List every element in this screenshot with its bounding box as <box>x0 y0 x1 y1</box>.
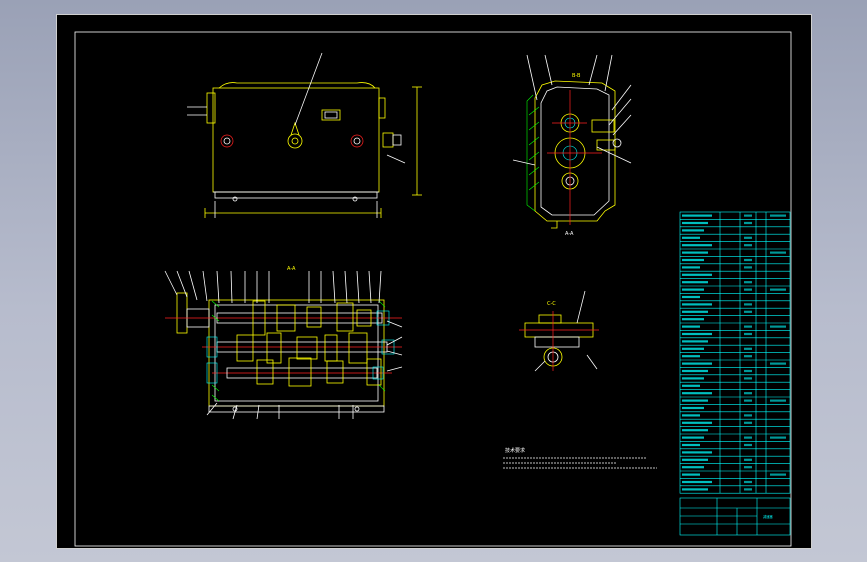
notes-title: 技术要求 <box>505 447 525 454</box>
table-cell-text <box>744 421 752 424</box>
table-cell-text <box>682 443 700 447</box>
main-section-view: A-A <box>164 266 403 420</box>
table-cell-text <box>682 466 704 469</box>
table-cell-text <box>744 414 752 417</box>
table-cell-text <box>744 480 752 484</box>
table-cell-text <box>682 473 700 476</box>
table-cell-text <box>682 392 712 395</box>
table-cell-text <box>744 221 752 225</box>
table-cell-text <box>682 406 704 410</box>
table-cell-text <box>744 458 752 461</box>
table-cell-text <box>682 251 708 254</box>
title-block: 减速器 <box>679 497 791 536</box>
table-cell-text <box>744 377 752 380</box>
table-cell-text <box>770 251 786 254</box>
table-cell-text <box>682 221 708 225</box>
table-cell-text <box>744 303 752 306</box>
table-cell-text <box>682 480 712 484</box>
table-cell-text <box>682 303 712 306</box>
drawing-sheet[interactable]: B-B A-A A-A C-C 技术要求 减速器 <box>56 14 812 549</box>
table-cell-text <box>682 244 712 247</box>
table-cell-text <box>682 288 704 291</box>
cad-viewport[interactable]: B-B A-A A-A C-C 技术要求 减速器 <box>0 0 867 562</box>
table-cell-text <box>682 488 708 491</box>
table-cell-text <box>744 347 752 350</box>
table-cell-text <box>682 281 708 284</box>
table-cell-text <box>682 362 712 365</box>
section-c-label: C-C <box>547 301 556 307</box>
title-block-name: 减速器 <box>763 514 773 519</box>
table-cell-text <box>744 488 752 491</box>
table-cell-text <box>744 214 752 217</box>
table-cell-text <box>744 236 752 239</box>
table-cell-text <box>682 310 708 313</box>
table-cell-text <box>682 318 704 321</box>
table-cell-text <box>682 421 712 424</box>
table-cell-text <box>744 281 752 284</box>
table-cell-text <box>744 369 752 373</box>
table-cell-text <box>682 377 704 380</box>
table-cell-text <box>744 325 752 328</box>
table-cell-text <box>682 429 708 432</box>
table-cell-text <box>770 436 786 439</box>
section-c-view: C-C <box>519 290 599 372</box>
drawing-canvas: B-B A-A A-A C-C 技术要求 减速器 <box>74 31 792 547</box>
table-cell-text <box>770 214 786 217</box>
table-cell-text <box>744 258 752 262</box>
table-cell-text <box>770 473 786 476</box>
table-cell-text <box>744 266 752 269</box>
svg-text:A-A: A-A <box>565 231 574 237</box>
table-cell-text <box>770 399 786 402</box>
table-cell-text <box>682 414 700 417</box>
table-cell-text <box>744 288 752 291</box>
table-cell-text <box>744 399 752 402</box>
table-cell-text <box>744 392 752 395</box>
table-cell-text <box>744 332 752 336</box>
table-cell-text <box>682 340 708 343</box>
table-cell-text <box>744 244 752 247</box>
table-cell-text <box>682 384 700 387</box>
table-cell-text <box>682 332 712 336</box>
section-a-label: A-A <box>287 266 296 272</box>
table-cell-text <box>682 451 712 454</box>
parts-list-table <box>679 211 791 494</box>
front-view <box>187 52 422 218</box>
table-cell-text <box>682 399 708 402</box>
table-cell-text <box>682 369 708 373</box>
table-cell-text <box>744 355 752 358</box>
table-cell-text <box>682 258 704 262</box>
table-cell-text <box>744 436 752 439</box>
table-cell-text <box>744 310 752 313</box>
table-cell-text <box>682 458 708 461</box>
table-cell-text <box>770 325 786 328</box>
table-cell-text <box>682 236 700 239</box>
table-cell-text <box>770 362 786 365</box>
table-cell-text <box>744 443 752 447</box>
table-cell-text <box>682 273 712 276</box>
table-cell-text <box>770 288 786 291</box>
table-cell-text <box>744 466 752 469</box>
table-cell-text <box>682 214 712 217</box>
table-cell-text <box>682 325 700 328</box>
table-cell-text <box>682 436 704 439</box>
table-cell-text <box>682 295 700 299</box>
side-section-view: B-B A-A <box>512 54 632 237</box>
table-cell-text <box>682 355 700 358</box>
technical-notes: 技术要求 <box>503 447 657 469</box>
table-cell-text <box>682 266 700 269</box>
section-b-label: B-B <box>572 73 581 79</box>
table-cell-text <box>682 229 704 232</box>
table-cell-text <box>682 347 704 350</box>
